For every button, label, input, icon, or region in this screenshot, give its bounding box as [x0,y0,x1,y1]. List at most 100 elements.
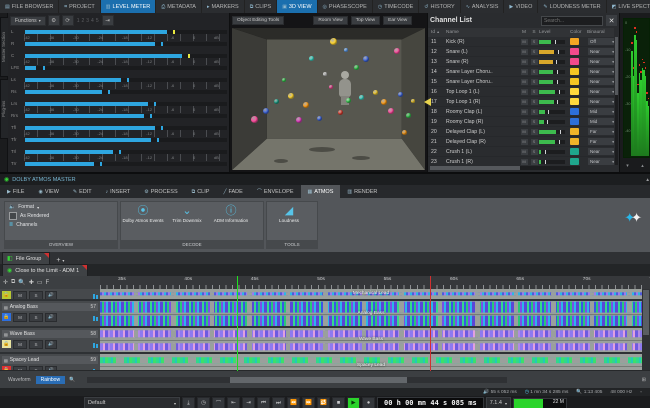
track-lock-button[interactable]: 🔒 [2,291,11,299]
track-solo-button[interactable]: S [29,313,43,322]
tab-file-browser[interactable]: ▤FILE BROWSER [0,0,59,13]
binaural-dropdown[interactable]: Mid▾ [587,107,614,116]
channel-row-13[interactable]: 13Snare (R)MSNear▾ [428,57,614,67]
track-mute-button[interactable]: M [13,313,27,322]
solo-button[interactable]: S [530,118,539,126]
functions-menu-button[interactable]: Functions▾ [10,16,46,26]
channel-color-chip[interactable] [570,158,579,165]
track-header-57[interactable]: ▤Analog Bass57🔒MS🔊 [0,301,101,326]
transport-button-6[interactable]: ⏭ [272,397,285,408]
channel-color-chip[interactable] [570,68,579,75]
solo-button[interactable]: S [530,78,539,86]
clone-icon[interactable]: ⧉ [11,279,15,286]
binaural-dropdown[interactable]: Near▾ [587,67,614,76]
binaural-dropdown[interactable]: Near▾ [587,87,614,96]
mute-button[interactable]: M [520,98,529,106]
mute-button[interactable]: M [520,118,529,126]
mute-button[interactable]: M [520,108,529,116]
channel-row-16[interactable]: 16Top Loop 1 (L)MSNear▾ [428,87,614,97]
channel-row-15[interactable]: 15Snare Layer Choru..MSNear▾ [428,77,614,87]
menu-tab-insert[interactable]: ♪INSERT [99,185,138,198]
play-button[interactable]: ▶ [347,397,360,408]
channel-color-chip[interactable] [570,148,579,155]
audio-object-sphere[interactable] [354,65,359,70]
stop-button[interactable]: ■ [332,397,345,408]
montage-hscrollbar[interactable] [87,377,507,383]
track-lanes[interactable]: Mechanical Lead [100,289,642,299]
transport-button-7[interactable]: ⏪ [287,397,300,408]
window-title-bar[interactable]: ◉ DOLBY ATMOS MASTER ▴ [0,174,650,185]
track-lanes[interactable]: Wave Bass [100,328,642,352]
settings-gear-icon[interactable]: ⚙ [48,15,60,26]
audio-object-sphere[interactable] [398,92,403,97]
time-display[interactable]: 00 h 00 mn 44 s 085 ms [377,397,484,408]
channel-color-chip[interactable] [570,38,579,45]
tab-analysis[interactable]: ∿ANALYSIS [461,0,505,13]
solo-button[interactable]: S [530,108,539,116]
channel-color-chip[interactable] [570,128,579,135]
binaural-dropdown[interactable]: Near▾ [587,97,614,106]
channel-mode-dropdown[interactable]: 7.1.4▾ [486,397,511,408]
transport-button-5[interactable]: ⏮ [257,397,270,408]
channel-row-21[interactable]: 21Delayed Clap (R)MSFar▾ [428,137,614,147]
track-header-56[interactable]: 🔒MS🔊 [0,289,101,299]
mute-button[interactable]: M [520,148,529,156]
mute-button[interactable]: M [520,88,529,96]
menu-tab-atmos[interactable]: ▦ATMOS [301,185,341,198]
tab-phasescope[interactable]: ◎PHASESCOPE [318,0,373,13]
monitor-icon[interactable]: ▭ [37,279,43,286]
channel-list-vscrollbar[interactable] [615,37,618,165]
binaural-dropdown[interactable]: Far▾ [587,127,614,136]
mute-button[interactable]: M [520,138,529,146]
as-rendered-checkbox[interactable]: As Rendered [5,210,117,220]
mute-button[interactable]: M [520,48,529,56]
audio-object-sphere[interactable] [406,113,411,118]
track-mute-button[interactable]: M [13,291,27,300]
menu-tab-file[interactable]: ▶FILE [0,185,31,198]
audio-object-sphere[interactable] [388,108,394,114]
montage-doc-tab[interactable]: ◉ Close to the Limit - ADM 1 [2,264,88,276]
view-button-0[interactable]: Object Editing Tools [232,16,284,25]
channel-color-chip[interactable] [570,98,579,105]
audio-object-sphere[interactable] [329,85,333,89]
track-header-59[interactable]: ▤Spacey Lead59🔒MS🔊 [0,354,101,371]
track-lock-button[interactable]: 🔒 [2,313,11,321]
channel-search-input[interactable] [541,16,603,26]
channel-color-chip[interactable] [570,58,579,65]
crosshair-icon[interactable]: ✚ [29,279,34,286]
mute-button[interactable]: M [520,158,529,166]
channel-row-19[interactable]: 19Roomy Clap (R)MSMid▾ [428,117,614,127]
track-lanes[interactable]: Analog Bass [100,301,642,326]
record-button[interactable]: ● [362,397,375,408]
meter-collapse-icon[interactable]: ▴ [641,163,644,169]
menu-tab-fade[interactable]: ╱FADE [216,185,249,198]
tab-level-meter[interactable]: ▥LEVEL METER [101,0,156,13]
close-icon[interactable]: ✕ [606,15,617,26]
channel-list-header[interactable]: Id ▲ Name M S Level Color Binaural [428,28,614,37]
transport-button-2[interactable]: ⌒ [212,397,225,408]
audio-object-sphere[interactable] [394,48,400,54]
loudness-button[interactable]: ◢ Loudness [267,202,311,223]
track-monitor-icon[interactable]: 🔊 [45,313,57,322]
audio-object-sphere[interactable] [323,72,327,76]
audio-object-sphere[interactable] [317,116,322,121]
solo-button[interactable]: S [530,58,539,66]
menu-tab-clip[interactable]: ⧉CLIP [185,185,217,198]
audio-object-sphere[interactable] [346,98,351,103]
tab-loudness-meter[interactable]: ✎LOUDNESS METER [538,0,606,13]
audio-object-sphere[interactable] [381,99,387,105]
binaural-dropdown[interactable]: Far▾ [587,137,614,146]
file-group-tab[interactable]: ◧ File Group [2,252,50,264]
channel-color-chip[interactable] [570,78,579,85]
reset-icon[interactable]: ⟳ [62,15,74,26]
transport-button-0[interactable]: ⤓ [182,397,195,408]
collapse-window-icon[interactable]: ▴ [646,177,649,183]
solo-button[interactable]: S [530,128,539,136]
audio-object-sphere[interactable] [263,108,269,114]
channel-row-23[interactable]: 23Crush 1 (R)MSNear▾ [428,157,614,165]
channel-row-20[interactable]: 20Delayed Clap (L)MSFar▾ [428,127,614,137]
channel-color-chip[interactable] [570,88,579,95]
channel-row-17[interactable]: 17Top Loop 1 (R)MSNear▾ [428,97,614,107]
binaural-dropdown[interactable]: Near▾ [587,147,614,156]
channel-row-18[interactable]: 18Roomy Clap (L)MSMid▾ [428,107,614,117]
